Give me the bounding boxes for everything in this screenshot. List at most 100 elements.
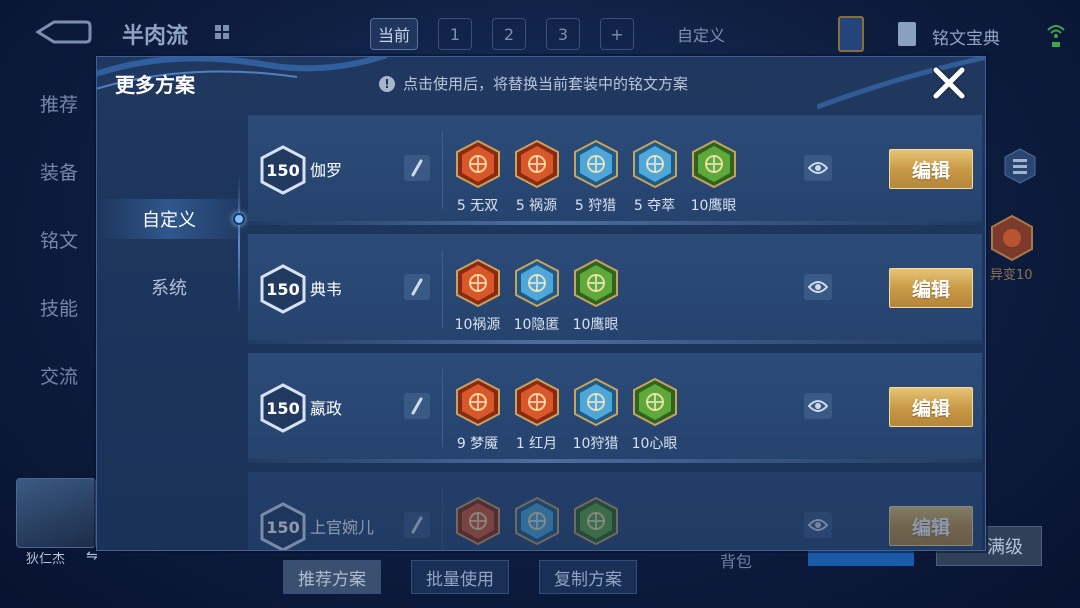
rune-slot[interactable]: 10心眼 xyxy=(629,377,680,453)
hongyue-rune-icon xyxy=(514,377,560,427)
rune-slot[interactable] xyxy=(511,496,562,550)
rune-count-label: 5 无双 xyxy=(456,198,499,214)
rune-count-label: 1 红月 xyxy=(515,436,558,452)
copy-plan-button[interactable]: 复制方案 xyxy=(539,560,637,594)
rune-count-label: 10鹰眼 xyxy=(690,198,737,214)
rune-slot[interactable]: 9 梦魇 xyxy=(452,377,503,453)
page-tab-2[interactable]: 2 xyxy=(492,18,526,50)
plan-category-tabs: 自定义 系统 xyxy=(97,115,245,550)
list-icon[interactable] xyxy=(1004,148,1036,184)
shoulie-rune-icon xyxy=(573,377,619,427)
yibian-rune-label: 异变10 xyxy=(990,268,1033,283)
edit-button[interactable]: 编辑 xyxy=(889,387,973,427)
preview-button[interactable] xyxy=(804,274,832,300)
rune-slot[interactable]: 10鹰眼 xyxy=(570,258,621,334)
plan-row[interactable]: 150 嬴政 9 梦魇 1 红月 10狩猎 10心眼 编辑 xyxy=(248,353,982,463)
preview-button[interactable] xyxy=(804,155,832,181)
mengyan-rune-icon xyxy=(455,377,501,427)
side-nav-recommend[interactable]: 推荐 xyxy=(40,90,78,116)
yibian-rune-icon[interactable] xyxy=(990,214,1034,262)
custom-tab[interactable]: 自定义 xyxy=(666,18,736,50)
rename-button[interactable] xyxy=(404,512,430,538)
page-tab-1[interactable]: 1 xyxy=(438,18,472,50)
side-nav-discuss[interactable]: 交流 xyxy=(40,362,78,388)
rename-button[interactable] xyxy=(404,274,430,300)
page-tab-current[interactable]: 当前 xyxy=(370,18,418,50)
active-tab-indicator xyxy=(233,213,245,225)
preview-button[interactable] xyxy=(804,512,832,538)
xinyan-rune-icon xyxy=(573,496,619,546)
rune-count-label: 9 梦魇 xyxy=(456,436,499,452)
huoyuan-rune-icon xyxy=(514,139,560,189)
dialog-title: 更多方案 xyxy=(115,73,195,97)
rune-slot[interactable]: 10鹰眼 xyxy=(688,139,739,215)
rune-count-label: 10隐匿 xyxy=(513,317,560,333)
rune-slot[interactable]: 10祸源 xyxy=(452,258,503,334)
preview-button[interactable] xyxy=(804,393,832,419)
codex-label[interactable]: 铭文宝典 xyxy=(932,24,1000,49)
wushuang-rune-icon xyxy=(455,139,501,189)
rune-count-label: 5 狩猎 xyxy=(574,198,617,214)
plan-row[interactable]: 150 上官婉儿 编辑 xyxy=(248,472,982,550)
back-arrow-icon[interactable] xyxy=(32,18,92,46)
pen-icon xyxy=(411,159,423,177)
rune-slot[interactable]: 10狩猎 xyxy=(570,377,621,453)
rune-slot[interactable] xyxy=(570,496,621,550)
rename-button[interactable] xyxy=(404,155,430,181)
rune-set: 10祸源 10隐匿 10鹰眼 xyxy=(452,258,621,334)
shoulie-rune-icon xyxy=(514,496,560,546)
page-tab-add[interactable]: + xyxy=(600,18,634,50)
dialog-header: 更多方案 ! 点击使用后，将替换当前套装中的铭文方案 xyxy=(97,57,985,115)
edit-button[interactable]: 编辑 xyxy=(889,506,973,546)
rune-slot[interactable]: 5 祸源 xyxy=(511,139,562,215)
recommend-plan-button[interactable]: 推荐方案 xyxy=(283,560,381,594)
tab-system[interactable]: 系统 xyxy=(97,267,241,307)
yingyan-rune-icon xyxy=(691,139,737,189)
plan-row[interactable]: 150 典韦 10祸源 10隐匿 10鹰眼 编辑 xyxy=(248,234,982,344)
eye-icon xyxy=(808,281,828,293)
edit-button[interactable]: 编辑 xyxy=(889,268,973,308)
rune-slot[interactable]: 5 无双 xyxy=(452,139,503,215)
batch-use-button[interactable]: 批量使用 xyxy=(411,560,509,594)
rune-count-label: 5 夺萃 xyxy=(633,198,676,214)
hero-avatar[interactable] xyxy=(16,478,96,548)
info-icon: ! xyxy=(379,75,395,92)
page-tab-3[interactable]: 3 xyxy=(546,18,580,50)
rune-slot[interactable]: 10隐匿 xyxy=(511,258,562,334)
hero-name-label: 嬴政 xyxy=(310,399,343,418)
rename-button[interactable] xyxy=(404,393,430,419)
close-icon[interactable] xyxy=(931,65,967,101)
pen-icon xyxy=(411,278,423,296)
rune-count-label: 10狩猎 xyxy=(572,436,619,452)
card-icon[interactable] xyxy=(838,16,864,52)
plan-row[interactable]: 150 伽罗 5 无双 5 祸源 5 狩猎 5 夺萃 10鹰眼 编辑 xyxy=(248,115,982,225)
side-nav-rune[interactable]: 铭文 xyxy=(40,226,78,252)
rune-count-label: 10鹰眼 xyxy=(572,317,619,333)
grid-icon[interactable] xyxy=(214,24,230,40)
rune-slot[interactable]: 1 红月 xyxy=(511,377,562,453)
row-shine-decoration xyxy=(248,340,982,344)
rune-level-value: 150 xyxy=(266,279,300,299)
backpack-label[interactable]: 背包 xyxy=(720,548,752,572)
loadout-title: 半肉流 xyxy=(122,24,189,49)
hint-text: 点击使用后，将替换当前套装中的铭文方案 xyxy=(403,75,689,93)
side-nav: 推荐 装备 铭文 技能 交流 xyxy=(40,90,78,388)
row-divider xyxy=(442,250,443,328)
yingyan-rune-icon xyxy=(573,258,619,308)
tab-custom[interactable]: 自定义 xyxy=(97,199,241,239)
rune-level-value: 150 xyxy=(266,160,300,180)
mengyan-rune-icon xyxy=(455,496,501,546)
codex-icon[interactable] xyxy=(898,22,916,46)
pen-icon xyxy=(411,397,423,415)
rune-set xyxy=(452,496,621,550)
edit-button[interactable]: 编辑 xyxy=(889,149,973,189)
rune-slot[interactable] xyxy=(452,496,503,550)
shoulie-rune-icon xyxy=(573,139,619,189)
rune-set: 5 无双 5 祸源 5 狩猎 5 夺萃 10鹰眼 xyxy=(452,139,739,215)
rune-slot[interactable]: 5 夺萃 xyxy=(629,139,680,215)
side-nav-skill[interactable]: 技能 xyxy=(40,294,78,320)
side-nav-equipment[interactable]: 装备 xyxy=(40,158,78,184)
rune-slot[interactable]: 5 狩猎 xyxy=(570,139,621,215)
hero-name: 狄仁杰 xyxy=(26,552,66,567)
wifi-icon xyxy=(1047,25,1065,47)
